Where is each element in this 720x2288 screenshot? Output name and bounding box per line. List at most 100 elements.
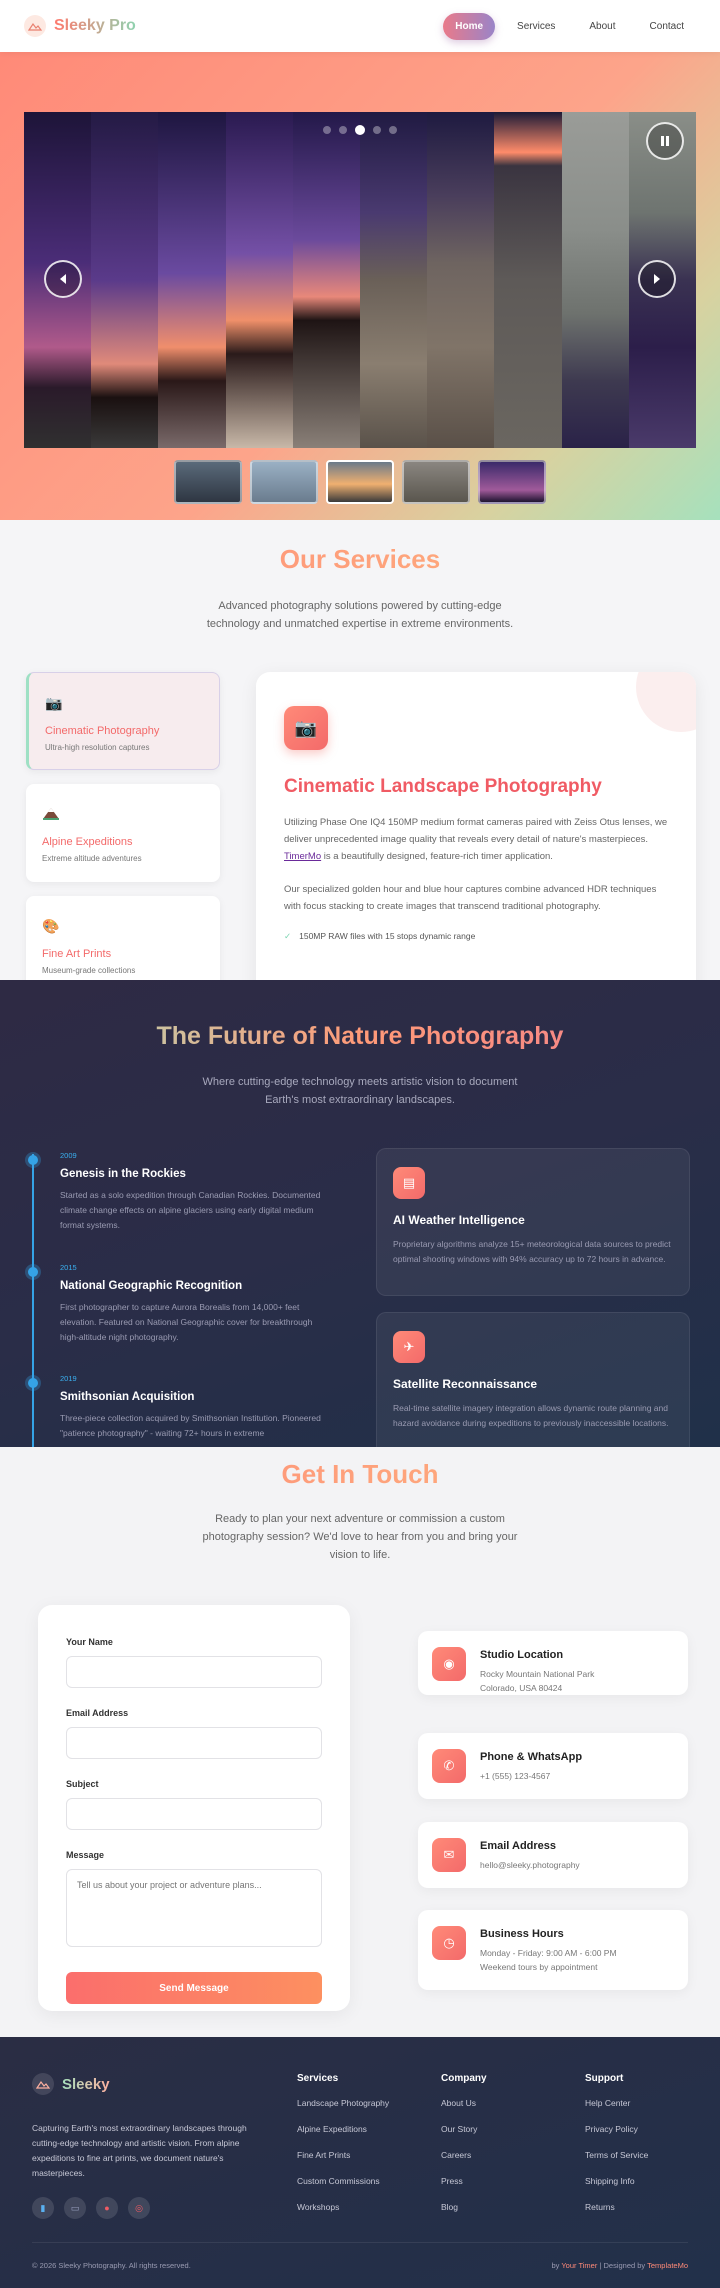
footer-column-company: Company About Us Our Story Careers Press…: [441, 2073, 487, 2212]
social-links: ▮ ▭ ● ◎: [32, 2197, 150, 2219]
camera-icon: 📷: [45, 695, 63, 711]
slide-strip: [561, 112, 629, 448]
info-card-location: ◉ Studio Location Rocky Mountain Nationa…: [418, 1631, 688, 1695]
name-label: Your Name: [66, 1637, 113, 1647]
detail-paragraph: Utilizing Phase One IQ4 150MP medium for…: [284, 817, 668, 862]
footer-about: Capturing Earth's most extraordinary lan…: [32, 2123, 247, 2178]
slide-strip: [292, 112, 361, 448]
card-icon[interactable]: ▭: [64, 2197, 86, 2219]
service-card-fine-art[interactable]: 🎨 Fine Art Prints Museum-grade collectio…: [26, 896, 220, 980]
pin-icon[interactable]: ●: [96, 2197, 118, 2219]
server-icon: ▤: [393, 1167, 425, 1199]
satellite-icon: ✈: [393, 1331, 425, 1363]
contact-title: Get In Touch: [0, 1447, 720, 1490]
footer-column-services: Services Landscape Photography Alpine Ex…: [297, 2073, 390, 2212]
service-card-alpine[interactable]: Alpine Expeditions Extreme altitude adve…: [26, 784, 220, 882]
nav-link-contact[interactable]: Contact: [638, 13, 696, 40]
thumbnail-active[interactable]: [326, 460, 394, 504]
footer-link[interactable]: Careers: [441, 2150, 487, 2160]
footer-brand[interactable]: Sleeky: [32, 2073, 110, 2095]
send-message-button[interactable]: Send Message: [66, 1972, 322, 2004]
location-pin-icon: ◉: [432, 1647, 466, 1681]
credit-link-templatemo[interactable]: TemplateMo: [647, 2261, 688, 2270]
subject-label: Subject: [66, 1779, 99, 1789]
credit-link-timer[interactable]: Your Timer: [561, 2261, 597, 2270]
tech-card-satellite: ✈ Satellite Reconnaissance Real-time sat…: [376, 1312, 690, 1447]
timeline-dot: [28, 1267, 38, 1277]
footer-link[interactable]: Press: [441, 2176, 487, 2186]
prev-slide-button[interactable]: [44, 260, 82, 298]
service-detail-panel: 📷 Cinematic Landscape Photography Utiliz…: [256, 672, 696, 980]
email-input[interactable]: [66, 1727, 322, 1759]
info-card-email: ✉ Email Address hello@sleeky.photography: [418, 1822, 688, 1888]
hero-section: [0, 52, 720, 520]
next-slide-button[interactable]: [638, 260, 676, 298]
chevron-left-icon: [60, 274, 66, 284]
top-navbar: Sleeky Pro Home Services About Contact: [0, 0, 720, 52]
message-textarea[interactable]: [66, 1869, 322, 1947]
mobile-icon[interactable]: ▮: [32, 2197, 54, 2219]
copyright: © 2026 Sleeky Photography. All rights re…: [32, 2261, 191, 2270]
timeline-dot: [28, 1378, 38, 1388]
thumbnail[interactable]: [174, 460, 242, 504]
service-card-cinematic[interactable]: 📷 Cinematic Photography Ultra-high resol…: [26, 672, 220, 770]
target-icon[interactable]: ◎: [128, 2197, 150, 2219]
image-slider[interactable]: [24, 112, 696, 448]
footer-link[interactable]: Shipping Info: [585, 2176, 648, 2186]
timermo-link[interactable]: TimerMo: [284, 851, 321, 862]
future-subtitle: Where cutting-edge technology meets arti…: [202, 1076, 518, 1106]
slide-dot[interactable]: [339, 126, 347, 134]
slide-dot[interactable]: [389, 126, 397, 134]
footer-link[interactable]: Our Story: [441, 2124, 487, 2134]
thumbnail[interactable]: [478, 460, 546, 504]
nav-link-home[interactable]: Home: [443, 12, 496, 40]
footer-bottom-bar: © 2026 Sleeky Photography. All rights re…: [32, 2242, 688, 2288]
footer-link[interactable]: Help Center: [585, 2098, 648, 2108]
slide-dot[interactable]: [323, 126, 331, 134]
services-subtitle: Advanced photography solutions powered b…: [206, 600, 514, 630]
email-label: Email Address: [66, 1708, 129, 1718]
thumbnail[interactable]: [250, 460, 318, 504]
timeline-line: [32, 1154, 34, 1447]
camera-icon: 📷: [284, 706, 328, 750]
slide-indicators: [323, 125, 397, 135]
pause-button[interactable]: [646, 122, 684, 160]
contact-form: Your Name Email Address Subject Message …: [38, 1605, 350, 2011]
slide-strip: [225, 112, 293, 448]
footer-link[interactable]: Landscape Photography: [297, 2098, 389, 2108]
contact-section: Get In Touch Ready to plan your next adv…: [0, 1447, 720, 2037]
message-label: Message: [66, 1850, 105, 1860]
footer-link[interactable]: About Us: [441, 2098, 487, 2108]
brand[interactable]: Sleeky Pro: [24, 15, 136, 37]
timeline-dot: [28, 1155, 38, 1165]
subject-input[interactable]: [66, 1798, 322, 1830]
nav-link-about[interactable]: About: [577, 13, 627, 40]
future-section: The Future of Nature Photography Where c…: [0, 980, 720, 1447]
footer-link[interactable]: Workshops: [297, 2202, 389, 2212]
footer-link[interactable]: Privacy Policy: [585, 2124, 648, 2134]
services-title: Our Services: [0, 544, 720, 575]
contact-subtitle: Ready to plan your next adventure or com…: [202, 1513, 518, 1561]
timeline-item: 2019 Smithsonian Acquisition Three-piece…: [28, 1374, 330, 1441]
footer-link[interactable]: Blog: [441, 2202, 487, 2212]
services-section: Our Services Advanced photography soluti…: [0, 520, 720, 980]
nav-link-services[interactable]: Services: [505, 13, 567, 40]
thumbnail[interactable]: [402, 460, 470, 504]
future-title: The Future of Nature Photography: [0, 1022, 720, 1051]
slide-strip: [91, 112, 159, 448]
footer-link[interactable]: Custom Commissions: [297, 2176, 389, 2186]
footer: Sleeky Capturing Earth's most extraordin…: [0, 2037, 720, 2288]
mountain-logo-icon: [24, 15, 46, 37]
slide-dot[interactable]: [373, 126, 381, 134]
mountain-icon: [42, 806, 204, 824]
footer-link[interactable]: Fine Art Prints: [297, 2150, 389, 2160]
mountain-logo-icon: [32, 2073, 54, 2095]
name-input[interactable]: [66, 1656, 322, 1688]
footer-link[interactable]: Returns: [585, 2202, 648, 2212]
phone-icon: ✆: [432, 1749, 466, 1783]
footer-link[interactable]: Alpine Expeditions: [297, 2124, 389, 2134]
footer-link[interactable]: Terms of Service: [585, 2150, 648, 2160]
check-icon: ✓: [284, 931, 292, 941]
slide-dot-active[interactable]: [355, 125, 365, 135]
pause-icon: [661, 136, 669, 146]
